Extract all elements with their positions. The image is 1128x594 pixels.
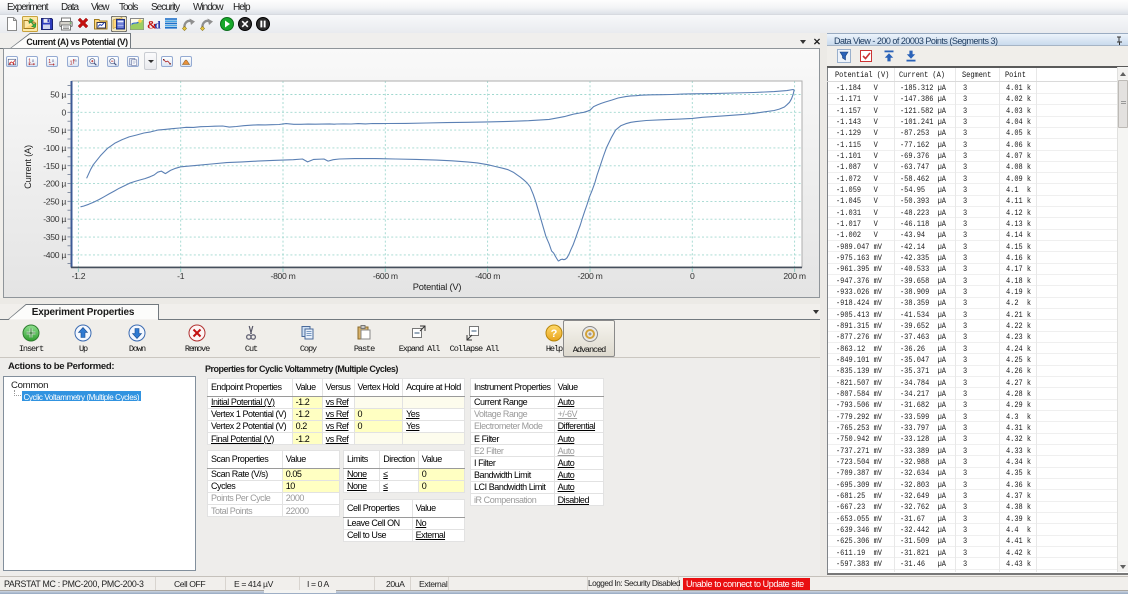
svg-text:-50 µ: -50 µ bbox=[48, 125, 67, 135]
svg-text:0: 0 bbox=[690, 271, 695, 281]
svg-text:0: 0 bbox=[62, 107, 67, 117]
svg-text:-300 µ: -300 µ bbox=[43, 214, 66, 224]
svg-text:Potential (V): Potential (V) bbox=[413, 282, 462, 292]
svg-text:-250 µ: -250 µ bbox=[43, 196, 66, 206]
svg-text:a: a bbox=[74, 59, 77, 63]
svg-text:1: 1 bbox=[69, 61, 72, 67]
svg-text:0: 0 bbox=[52, 59, 54, 63]
svg-text:0: 0 bbox=[32, 59, 34, 63]
svg-text:-350 µ: -350 µ bbox=[43, 232, 66, 242]
svg-text:-200 µ: -200 µ bbox=[43, 179, 66, 189]
svg-text:-800 m: -800 m bbox=[271, 271, 296, 281]
svg-text:-200 m: -200 m bbox=[578, 271, 603, 281]
svg-text:1: 1 bbox=[49, 59, 52, 65]
svg-text:-1.2: -1.2 bbox=[72, 271, 86, 281]
svg-text:200 m: 200 m bbox=[783, 271, 806, 281]
svg-text:-1: -1 bbox=[177, 271, 185, 281]
svg-text:-100 µ: -100 µ bbox=[43, 143, 66, 153]
svg-text:-400 m: -400 m bbox=[475, 271, 500, 281]
svg-text:?: ? bbox=[551, 328, 558, 340]
svg-text:-400 µ: -400 µ bbox=[43, 250, 66, 260]
svg-text:-150 µ: -150 µ bbox=[43, 161, 66, 171]
svg-text:-600 m: -600 m bbox=[373, 271, 398, 281]
svg-text:Current (A): Current (A) bbox=[23, 145, 33, 189]
svg-text:50 µ: 50 µ bbox=[50, 90, 66, 100]
